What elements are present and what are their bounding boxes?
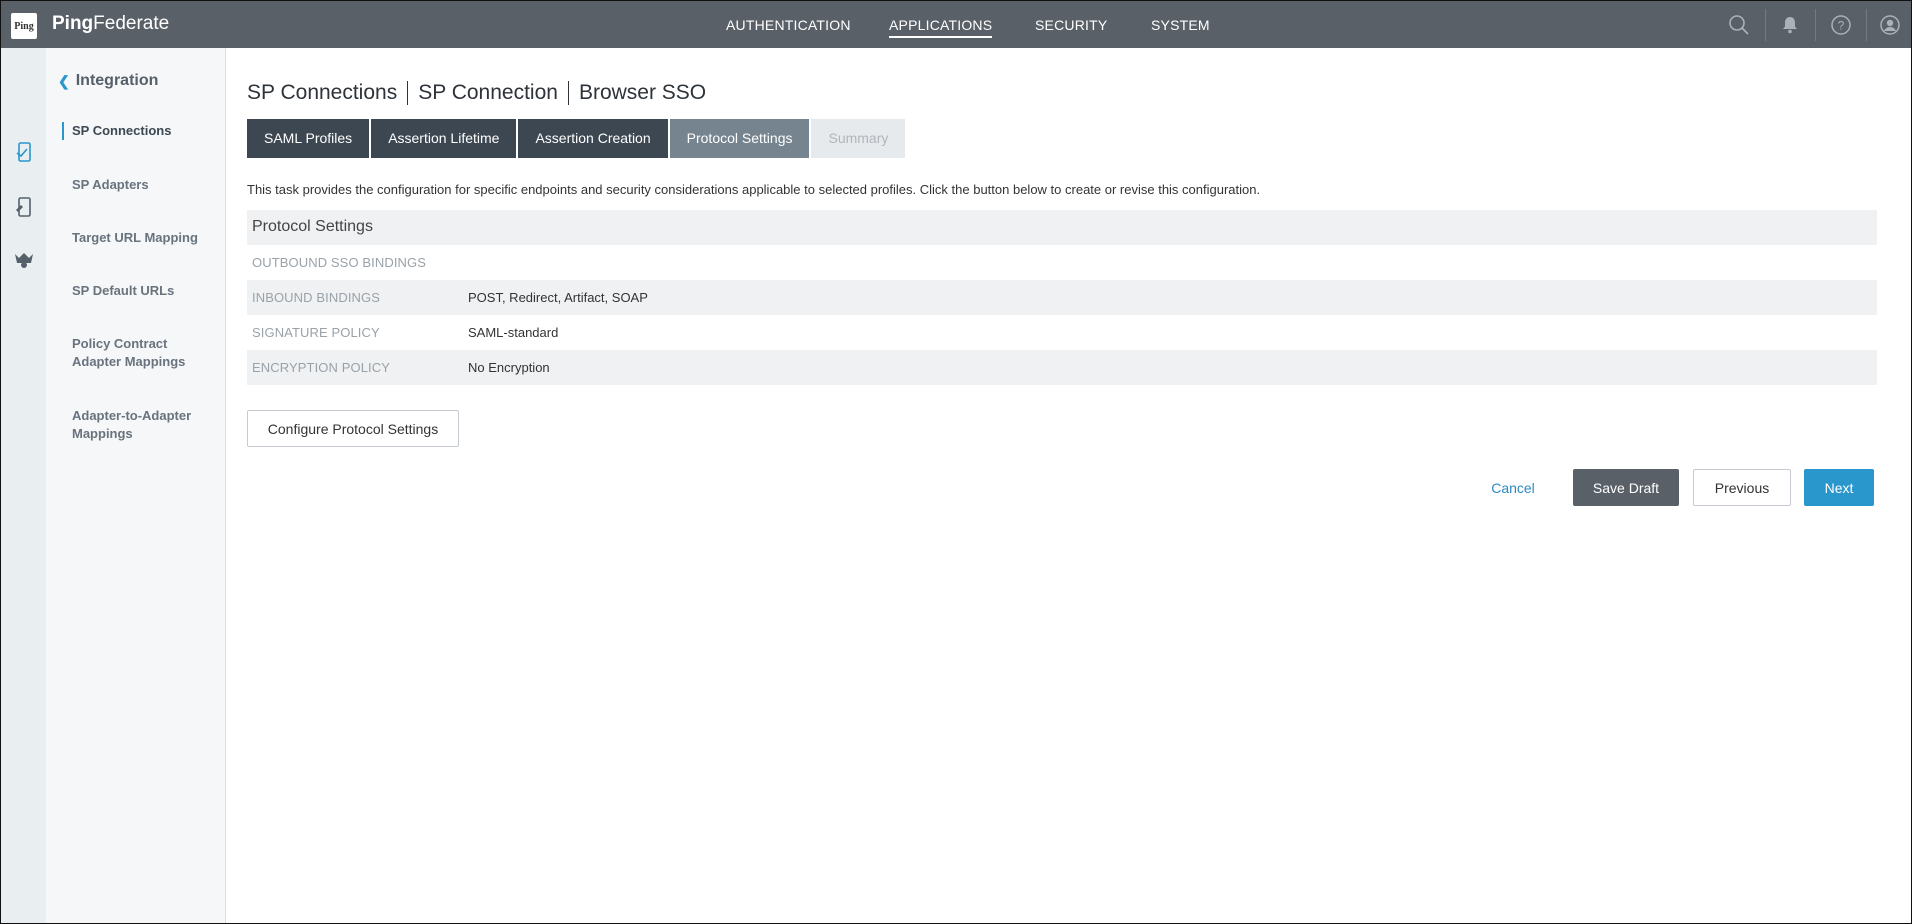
breadcrumb-separator (567, 81, 569, 105)
row-value: No Encryption (468, 360, 550, 375)
top-bar: Ping PingFederate AUTHENTICATION APPLICA… (1, 1, 1911, 48)
sidebar-item-sp-adapters[interactable]: SP Adapters (72, 176, 222, 194)
breadcrumb-browser-sso: Browser SSO (578, 81, 707, 104)
breadcrumb: SP Connections SP Connection Browser SSO (247, 81, 706, 105)
row-value: SAML-standard (468, 325, 559, 340)
help-icon[interactable]: ? (1830, 14, 1852, 36)
back-to-integration[interactable]: ❮ Integration (58, 72, 158, 90)
sub-navigation: ❮ Integration SP Connections SP Adapters… (46, 48, 226, 923)
breadcrumb-sp-connection[interactable]: SP Connection (418, 81, 558, 105)
brand-title: PingFederate (52, 13, 170, 34)
sidebar-item-sp-connections[interactable]: SP Connections (72, 122, 222, 140)
row-key: ENCRYPTION POLICY (252, 360, 390, 375)
sidebar-item-sp-default-urls[interactable]: SP Default URLs (72, 282, 222, 300)
back-label: Integration (75, 72, 159, 89)
settings-row: INBOUND BINDINGS POST, Redirect, Artifac… (247, 280, 1877, 315)
tab-assertion-lifetime[interactable]: Assertion Lifetime (371, 119, 517, 158)
protocol-settings-panel: Protocol Settings OUTBOUND SSO BINDINGS … (247, 210, 1877, 385)
row-key: SIGNATURE POLICY (252, 325, 380, 340)
chevron-left-icon: ❮ (58, 72, 70, 89)
nav-security[interactable]: SECURITY (1035, 17, 1107, 33)
svg-text:?: ? (1838, 19, 1845, 33)
ping-logo[interactable]: Ping (11, 13, 37, 39)
app-window: Ping PingFederate AUTHENTICATION APPLICA… (0, 0, 1912, 924)
tab-saml-profiles[interactable]: SAML Profiles (247, 119, 370, 158)
divider (1815, 9, 1816, 41)
sidebar-item-adapter-to-adapter-mappings[interactable]: Adapter-to-Adapter Mappings (72, 407, 197, 443)
tab-summary: Summary (811, 119, 906, 158)
settings-row: SIGNATURE POLICY SAML-standard (247, 315, 1877, 350)
row-key: OUTBOUND SSO BINDINGS (252, 255, 427, 270)
sp-connections-icon[interactable] (1, 132, 46, 172)
settings-row: ENCRYPTION POLICY No Encryption (247, 350, 1877, 385)
sidebar-item-target-url-mapping[interactable]: Target URL Mapping (72, 229, 222, 247)
breadcrumb-separator (407, 81, 409, 105)
sp-adapters-icon[interactable] (1, 187, 46, 227)
nav-applications[interactable]: APPLICATIONS (889, 17, 993, 38)
divider (1765, 9, 1766, 41)
wizard-tabs: SAML Profiles Assertion Lifetime Asserti… (247, 119, 907, 158)
configure-protocol-settings-button[interactable]: Configure Protocol Settings (247, 410, 459, 447)
icon-rail (1, 48, 46, 923)
task-description: This task provides the configuration for… (247, 182, 1261, 197)
nav-authentication[interactable]: AUTHENTICATION (726, 17, 851, 33)
nav-system[interactable]: SYSTEM (1151, 17, 1210, 33)
user-icon[interactable] (1879, 14, 1901, 36)
next-button[interactable]: Next (1804, 469, 1874, 506)
target-mapping-icon[interactable] (1, 240, 46, 280)
previous-button[interactable]: Previous (1693, 469, 1791, 506)
settings-row: OUTBOUND SSO BINDINGS (247, 245, 1877, 280)
tab-assertion-creation[interactable]: Assertion Creation (518, 119, 668, 158)
sidebar-item-policy-contract-adapter-mappings[interactable]: Policy Contract Adapter Mappings (72, 335, 197, 371)
active-indicator (62, 122, 64, 140)
search-icon[interactable] (1728, 14, 1750, 36)
tab-protocol-settings[interactable]: Protocol Settings (669, 119, 810, 158)
breadcrumb-sp-connections[interactable]: SP Connections (247, 81, 397, 105)
save-draft-button[interactable]: Save Draft (1573, 469, 1679, 506)
row-value: POST, Redirect, Artifact, SOAP (468, 290, 648, 305)
row-key: INBOUND BINDINGS (252, 290, 381, 305)
bell-icon[interactable] (1779, 14, 1801, 36)
panel-title: Protocol Settings (247, 210, 1877, 245)
cancel-button[interactable]: Cancel (1483, 469, 1543, 506)
divider (1866, 9, 1867, 41)
